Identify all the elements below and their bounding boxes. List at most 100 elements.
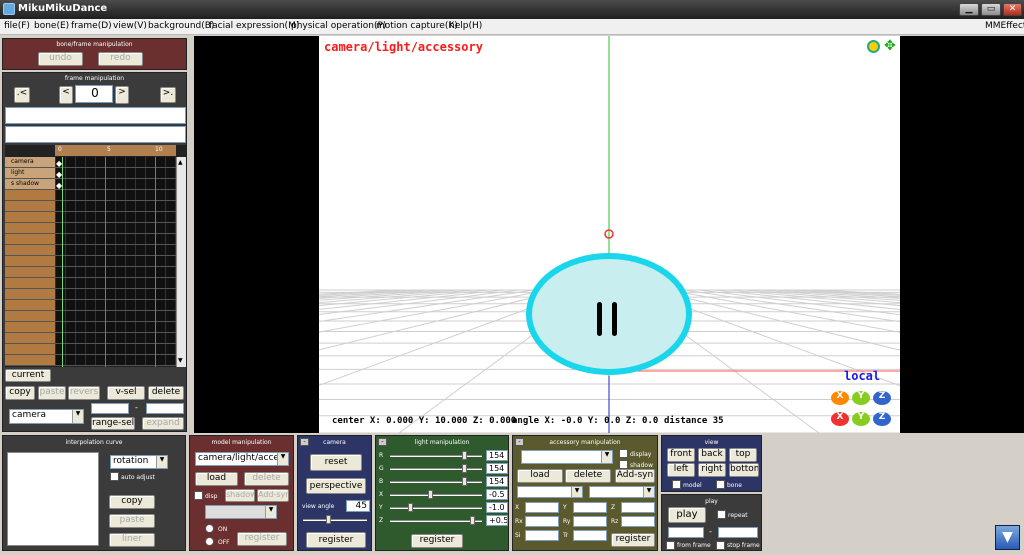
timeline-row-label[interactable] [5,289,55,299]
move-icon[interactable]: ✥ [884,38,896,54]
light-slider-track[interactable] [390,481,482,483]
timeline-row-label[interactable] [5,223,55,233]
timeline-row-label[interactable] [5,311,55,321]
timeline-row-label[interactable] [5,245,55,255]
timeline-row-track[interactable] [55,234,176,244]
timeline-row[interactable] [5,311,176,322]
timeline-row-label[interactable] [5,344,55,354]
menu-motion-capture[interactable]: motion capture(K) [376,21,458,31]
timeline-model-select[interactable]: camera ▼ [9,409,84,424]
range-sel-button[interactable]: range-sel [91,417,135,430]
timeline-scrollbar[interactable]: ▲ ▼ [176,157,186,367]
accessory-field-input[interactable] [525,502,559,513]
view-angle-track[interactable] [303,519,367,521]
timeline-row[interactable] [5,234,176,245]
light-slider-track[interactable] [390,494,482,496]
accessory-delete-button[interactable]: delete [565,469,611,483]
accessory-register-button[interactable]: register [611,533,655,547]
timeline-row-track[interactable] [55,333,176,343]
camera-reset-button[interactable]: reset [310,454,362,471]
model-register-button[interactable]: register [237,532,287,546]
interp-curve-graph[interactable] [7,452,99,546]
timeline-row-track[interactable] [55,278,176,288]
accessory-model-select[interactable]: ▼ [517,486,583,498]
timeline-row-track[interactable] [55,267,176,277]
interp-copy-button[interactable]: copy [109,495,155,509]
menu-bone[interactable]: bone(E) [34,21,69,31]
prev-keyframe-button[interactable]: .< [14,87,30,103]
timeline-row-track[interactable] [55,289,176,299]
light-value-input[interactable]: -1.0 [486,502,508,513]
model-add-syn-button[interactable]: Add-syn [257,489,289,502]
play-from-input[interactable] [668,527,704,538]
light-slider-track[interactable] [390,455,482,457]
rotate-x-icon[interactable]: X [831,391,849,405]
timeline-row[interactable] [5,212,176,223]
menu-file[interactable]: file(F) [4,21,30,31]
model-on-radio[interactable] [205,524,214,533]
accessory-field-input[interactable] [621,502,655,513]
viewport[interactable]: camera/light/accessory ✥ local center X:… [319,36,900,433]
menu-help[interactable]: help(H) [449,21,482,31]
light-slider-track[interactable] [390,520,482,522]
keyframe-marker[interactable]: ◆ [56,159,65,168]
light-slider-track[interactable] [390,507,482,509]
accessory-select[interactable]: ▼ [521,450,613,464]
light-slider-thumb[interactable] [408,503,413,512]
model-shadow-button[interactable]: shadow [225,489,255,502]
timeline-row[interactable]: s shadow [5,179,176,190]
next-keyframe-button[interactable]: >. [160,87,176,103]
view-front-button[interactable]: front [667,448,695,462]
view-back-button[interactable]: back [698,448,726,462]
model-disp-checkbox[interactable] [194,491,203,500]
timeline-row-label[interactable] [5,333,55,343]
timeline-row-label[interactable] [5,201,55,211]
menu-facial-expression[interactable]: facial expression(M) [209,21,299,31]
v-sel-button[interactable]: v-sel [107,386,145,400]
copy-button[interactable]: copy [5,386,35,400]
timeline-row-track[interactable] [55,256,176,266]
timeline-row-label[interactable] [5,322,55,332]
accessory-field-input[interactable] [525,516,559,527]
delete-button[interactable]: delete [148,386,184,400]
model-delete-button[interactable]: delete [244,472,289,486]
model-load-button[interactable]: load [195,472,238,486]
accessory-bone-select[interactable]: ▼ [589,486,655,498]
minimize-button[interactable]: ▁ [959,3,979,16]
timeline-row-track[interactable] [55,322,176,332]
timeline-row-label[interactable] [5,355,55,365]
view-angle-input[interactable]: 45 [346,500,370,512]
light-value-input[interactable]: 154 [486,463,508,474]
range-start-input[interactable] [91,403,129,414]
next-frame-button[interactable]: > [115,86,129,104]
current-button[interactable]: current [5,369,51,382]
move-z-icon[interactable]: Z [873,412,891,426]
menu-background[interactable]: background(B) [148,21,214,31]
expand-down-icon[interactable]: ▼ [995,525,1020,550]
zoom-icon[interactable] [867,40,880,53]
light-register-button[interactable]: register [411,534,463,548]
model-off-radio[interactable] [205,537,214,546]
keyframe-marker[interactable]: ◆ [56,170,65,179]
accessory-load-button[interactable]: load [517,469,563,483]
view-right-button[interactable]: right [698,463,726,477]
timeline-row-track[interactable] [55,355,176,365]
view-top-button[interactable]: top [729,448,757,462]
accessory-display-checkbox[interactable] [619,449,628,458]
accessory-add-syn-button[interactable]: Add-syn [615,469,655,483]
timeline-row[interactable] [5,278,176,289]
timeline-row-label[interactable] [5,212,55,222]
timeline-row-track[interactable] [55,245,176,255]
timeline-row-label[interactable]: camera [5,157,55,167]
rotate-z-icon[interactable]: Z [873,391,891,405]
timeline[interactable]: 0 5 10 camera light s shadow ▲ ▼ ◆ ◆ ◆ [5,145,186,367]
timeline-row[interactable] [5,190,176,201]
view-model-checkbox[interactable] [672,480,681,489]
local-label[interactable]: local [844,369,880,383]
timeline-row-label[interactable]: light [5,168,55,178]
rotate-y-icon[interactable]: Y [852,391,870,405]
repeat-checkbox[interactable] [717,510,726,519]
menu-view[interactable]: view(V) [113,21,147,31]
light-slider-thumb[interactable] [462,451,467,460]
timeline-row[interactable] [5,245,176,256]
